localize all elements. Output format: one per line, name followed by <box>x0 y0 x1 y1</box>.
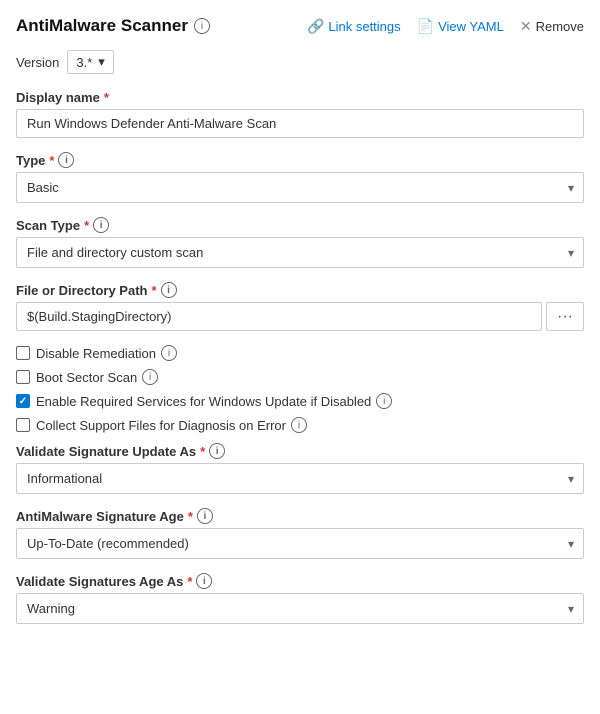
file-path-group: File or Directory Path * i ··· <box>16 282 584 331</box>
type-required: * <box>49 153 54 168</box>
scan-type-info-icon[interactable]: i <box>93 217 109 233</box>
version-label: Version <box>16 55 59 70</box>
link-icon: 🔗 <box>307 18 324 35</box>
view-yaml-button[interactable]: 📄 View YAML <box>417 18 504 35</box>
scan-type-select-wrapper: File and directory custom scanQuick Scan… <box>16 237 584 268</box>
file-path-label: File or Directory Path * i <box>16 282 584 298</box>
validate-signature-required: * <box>200 444 205 459</box>
collect-support-files-label: Collect Support Files for Diagnosis on E… <box>36 417 307 433</box>
version-select[interactable]: 3.* ▾ <box>67 50 113 74</box>
collect-support-files-group: Collect Support Files for Diagnosis on E… <box>16 417 584 433</box>
validate-signature-select[interactable]: InformationalWarningError <box>16 463 584 494</box>
version-row: Version 3.* ▾ <box>16 50 584 74</box>
antimalware-signature-age-info-icon[interactable]: i <box>197 508 213 524</box>
boot-sector-scan-group: Boot Sector Scan i <box>16 369 584 385</box>
disable-remediation-group: Disable Remediation i <box>16 345 584 361</box>
enable-required-services-checkbox[interactable] <box>16 394 30 408</box>
type-select[interactable]: BasicCustom <box>16 172 584 203</box>
enable-required-services-label: Enable Required Services for Windows Upd… <box>36 393 392 409</box>
remove-icon: ✕ <box>520 18 532 35</box>
collect-support-files-checkbox[interactable] <box>16 418 30 432</box>
validate-signatures-age-as-select[interactable]: WarningInformationalError <box>16 593 584 624</box>
validate-signature-group: Validate Signature Update As * i Informa… <box>16 443 584 494</box>
display-name-label: Display name * <box>16 90 584 105</box>
validate-signature-label: Validate Signature Update As * i <box>16 443 584 459</box>
antimalware-signature-age-select-wrapper: Up-To-Date (recommended)OutdatedAny ▾ <box>16 528 584 559</box>
file-path-input[interactable] <box>16 302 542 331</box>
remove-button[interactable]: ✕ Remove <box>520 18 584 35</box>
file-path-required: * <box>151 283 156 298</box>
scan-type-label: Scan Type * i <box>16 217 584 233</box>
display-name-required: * <box>104 90 109 105</box>
file-path-info-icon[interactable]: i <box>161 282 177 298</box>
validate-signatures-age-as-group: Validate Signatures Age As * i WarningIn… <box>16 573 584 624</box>
yaml-icon: 📄 <box>417 18 434 35</box>
collect-support-files-info-icon[interactable]: i <box>291 417 307 433</box>
title-info-icon[interactable]: i <box>194 18 210 34</box>
antimalware-signature-age-required: * <box>188 509 193 524</box>
disable-remediation-checkbox[interactable] <box>16 346 30 360</box>
type-label: Type * i <box>16 152 584 168</box>
main-container: AntiMalware Scanner i 🔗 Link settings 📄 … <box>0 0 600 658</box>
enable-required-services-info-icon[interactable]: i <box>376 393 392 409</box>
remove-label: Remove <box>536 19 584 34</box>
header-left: AntiMalware Scanner i <box>16 16 210 36</box>
boot-sector-info-icon[interactable]: i <box>142 369 158 385</box>
scan-type-group: Scan Type * i File and directory custom … <box>16 217 584 268</box>
disable-remediation-info-icon[interactable]: i <box>161 345 177 361</box>
view-yaml-label: View YAML <box>438 19 504 34</box>
enable-required-services-group: Enable Required Services for Windows Upd… <box>16 393 584 409</box>
file-path-row: ··· <box>16 302 584 331</box>
validate-signature-info-icon[interactable]: i <box>209 443 225 459</box>
validate-signatures-age-as-label: Validate Signatures Age As * i <box>16 573 584 589</box>
validate-signatures-age-as-required: * <box>187 574 192 589</box>
scan-type-select[interactable]: File and directory custom scanQuick Scan… <box>16 237 584 268</box>
scan-type-required: * <box>84 218 89 233</box>
validate-signatures-age-as-info-icon[interactable]: i <box>196 573 212 589</box>
link-settings-button[interactable]: 🔗 Link settings <box>307 18 401 35</box>
link-settings-label: Link settings <box>328 19 400 34</box>
antimalware-signature-age-select[interactable]: Up-To-Date (recommended)OutdatedAny <box>16 528 584 559</box>
type-select-wrapper: BasicCustom ▾ <box>16 172 584 203</box>
validate-signature-select-wrapper: InformationalWarningError ▾ <box>16 463 584 494</box>
type-info-icon[interactable]: i <box>58 152 74 168</box>
page-title: AntiMalware Scanner <box>16 16 188 36</box>
boot-sector-scan-label: Boot Sector Scan i <box>36 369 158 385</box>
version-chevron-icon: ▾ <box>98 54 105 70</box>
boot-sector-scan-checkbox[interactable] <box>16 370 30 384</box>
antimalware-signature-age-label: AntiMalware Signature Age * i <box>16 508 584 524</box>
display-name-group: Display name * <box>16 90 584 138</box>
disable-remediation-label: Disable Remediation i <box>36 345 177 361</box>
type-group: Type * i BasicCustom ▾ <box>16 152 584 203</box>
version-value: 3.* <box>76 55 92 70</box>
validate-signatures-age-as-select-wrapper: WarningInformationalError ▾ <box>16 593 584 624</box>
header: AntiMalware Scanner i 🔗 Link settings 📄 … <box>16 16 584 36</box>
header-actions: 🔗 Link settings 📄 View YAML ✕ Remove <box>307 18 584 35</box>
antimalware-signature-age-group: AntiMalware Signature Age * i Up-To-Date… <box>16 508 584 559</box>
file-path-browse-button[interactable]: ··· <box>546 302 584 331</box>
display-name-input[interactable] <box>16 109 584 138</box>
